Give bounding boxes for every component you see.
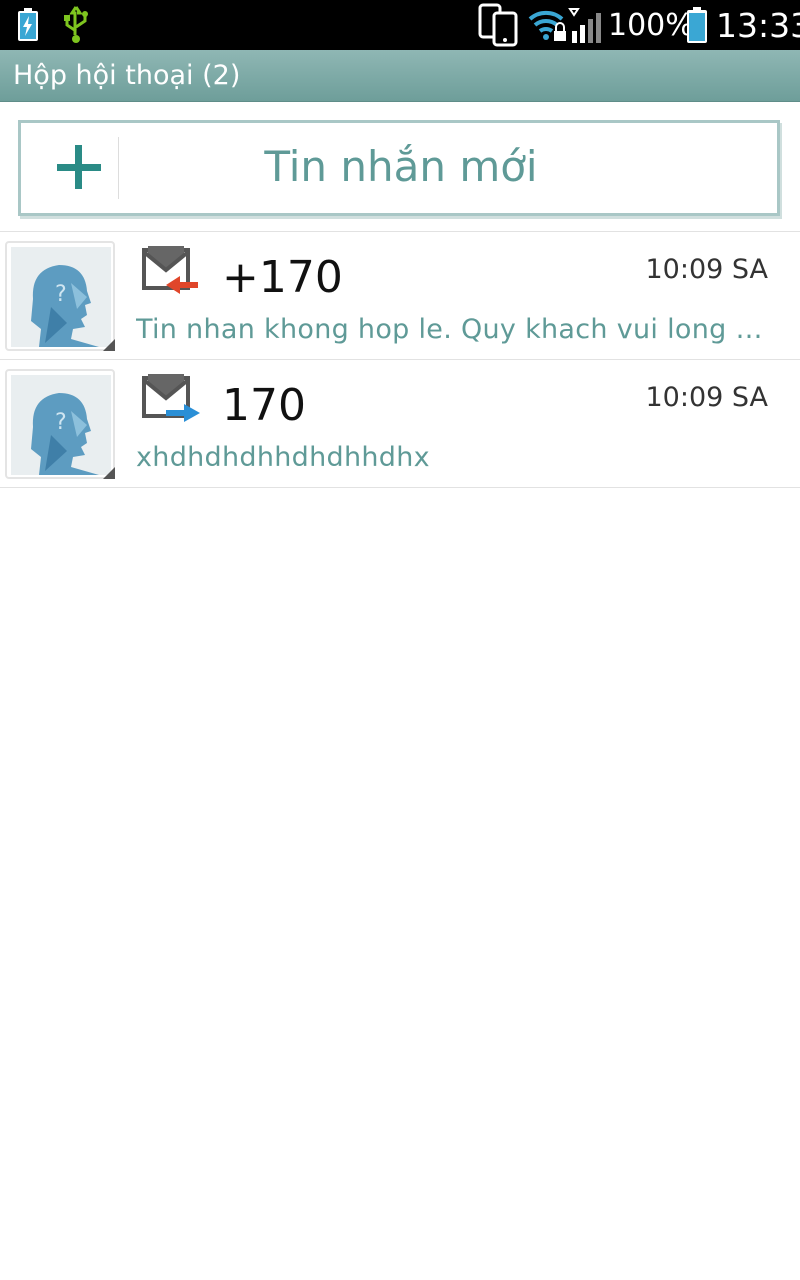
- signal-icon: [568, 0, 602, 50]
- battery-icon: [684, 0, 710, 50]
- battery-percent: 100%: [608, 8, 694, 43]
- usb-icon: [60, 0, 92, 50]
- contact-placeholder-icon: ?: [11, 375, 111, 475]
- message-snippet: xhdhdhdhhdhdhhdhx: [136, 442, 430, 473]
- message-snippet: Tin nhan khong hop le. Quy khach vui lon…: [136, 314, 764, 345]
- new-message-label: Tin nhắn mới: [264, 142, 538, 191]
- divider: [118, 137, 119, 199]
- divider: [0, 487, 800, 488]
- svg-text:?: ?: [55, 410, 67, 435]
- page-title: Hộp hội thoại (2): [13, 60, 241, 91]
- corner-indicator: [103, 467, 115, 479]
- wifi-lock-icon: [528, 0, 568, 50]
- title-bar: Hộp hội thoại (2): [0, 50, 800, 102]
- new-message-button[interactable]: Tin nhắn mới: [18, 120, 780, 216]
- clock: 13:33: [716, 6, 800, 45]
- message-time: 10:09 SA: [645, 254, 768, 285]
- svg-text:?: ?: [55, 282, 67, 307]
- corner-indicator: [103, 339, 115, 351]
- dual-phone-icon: [478, 0, 520, 50]
- conversation-item[interactable]: ? +170 10:09 SA Tin nhan khong hop le. Q…: [0, 232, 800, 360]
- status-bar: 100% 13:33: [0, 0, 800, 50]
- battery-charging-icon: [14, 0, 42, 50]
- conversation-item[interactable]: ? 170 10:09 SA xhdhdhdhhdhdhhdhx: [0, 360, 800, 488]
- avatar[interactable]: ?: [5, 369, 115, 479]
- plus-icon: [51, 139, 107, 195]
- contact-name: +170: [222, 252, 343, 303]
- contact-name: 170: [222, 380, 306, 431]
- contact-placeholder-icon: ?: [11, 247, 111, 347]
- received-envelope-icon: [138, 242, 202, 303]
- sent-envelope-icon: [138, 370, 202, 431]
- avatar[interactable]: ?: [5, 241, 115, 351]
- message-time: 10:09 SA: [645, 382, 768, 413]
